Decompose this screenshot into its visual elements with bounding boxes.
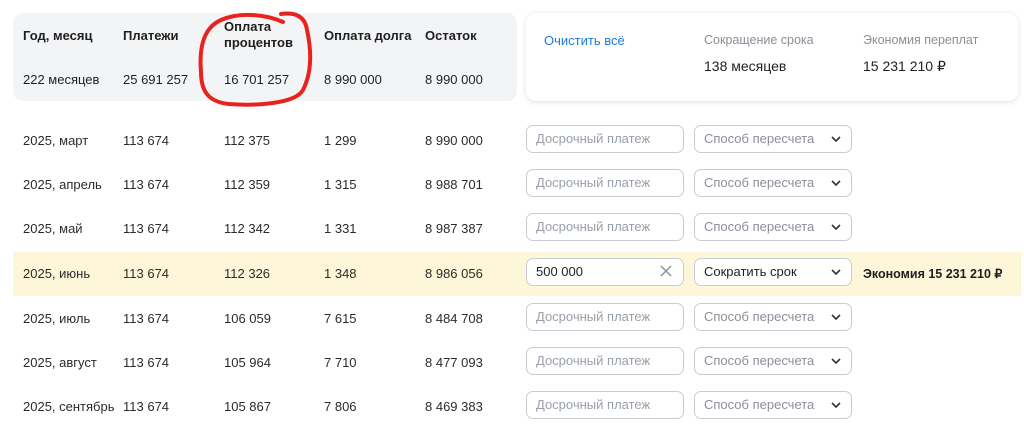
early-payment-input[interactable]: Досрочный платеж [526, 125, 684, 153]
row-balance: 8 469 383 [425, 399, 483, 414]
chevron-down-icon [831, 314, 841, 321]
select-label: Способ пересчета [704, 353, 815, 368]
row-payment: 113 674 [123, 266, 170, 281]
clear-all-button[interactable]: Очистить всё [544, 33, 625, 48]
term-reduction-label: Сокращение срока [704, 33, 814, 47]
table-row: 2025, сентябрь 113 674 105 867 7 806 8 4… [13, 385, 1021, 429]
early-payment-input[interactable]: Досрочный платеж [526, 169, 684, 197]
table-row: 2025, май 113 674 112 342 1 331 8 987 38… [13, 207, 1021, 251]
row-period: 2025, май [23, 221, 83, 236]
stats-card: Очистить всё Сокращение срока 138 месяце… [526, 13, 1018, 101]
total-balance: 8 990 000 [425, 72, 483, 87]
row-period: 2025, сентябрь [23, 399, 115, 414]
row-period: 2025, июнь [23, 266, 91, 281]
chevron-down-icon [831, 269, 841, 276]
row-interest: 106 059 [224, 311, 271, 326]
recalc-method-select[interactable]: Способ пересчета [694, 347, 852, 375]
row-period: 2025, апрель [23, 177, 102, 192]
total-principal: 8 990 000 [324, 72, 382, 87]
row-period: 2025, март [23, 133, 89, 148]
recalc-method-select[interactable]: Способ пересчета [694, 125, 852, 153]
recalc-method-select[interactable]: Сократить срок [694, 258, 852, 286]
row-payment: 113 674 [123, 311, 170, 326]
early-payment-input[interactable]: 500 000 [526, 258, 684, 286]
table-row: 2025, март 113 674 112 375 1 299 8 990 0… [13, 119, 1021, 163]
select-label: Способ пересчета [704, 309, 815, 324]
early-payment-input[interactable]: Досрочный платеж [526, 213, 684, 241]
header-interest-line1: Оплата [224, 19, 272, 34]
table-row: 2025, июль 113 674 106 059 7 615 8 484 7… [13, 297, 1021, 341]
header-principal: Оплата долга [324, 28, 412, 43]
row-principal: 1 348 [324, 266, 357, 281]
header-balance: Остаток [425, 28, 477, 43]
early-payment-value: 500 000 [536, 264, 583, 279]
header-interest: Оплата процентов [224, 19, 293, 51]
close-icon[interactable] [659, 264, 673, 278]
row-balance: 8 990 000 [425, 133, 483, 148]
total-payments: 25 691 257 [123, 72, 189, 87]
chevron-down-icon [831, 180, 841, 187]
header-payments: Платежи [123, 28, 179, 43]
select-label: Способ пересчета [704, 219, 815, 234]
row-interest: 112 359 [224, 177, 271, 192]
early-payment-input[interactable]: Досрочный платеж [526, 391, 684, 419]
total-interest: 16 701 257 [224, 72, 290, 87]
row-period: 2025, август [23, 355, 97, 370]
table-row: 2025, август 113 674 105 964 7 710 8 477… [13, 341, 1021, 385]
row-interest: 105 867 [224, 399, 271, 414]
table-row: 2025, апрель 113 674 112 359 1 315 8 988… [13, 163, 1021, 207]
select-label: Способ пересчета [704, 131, 815, 146]
row-payment: 113 674 [123, 221, 170, 236]
row-principal: 1 299 [324, 133, 357, 148]
summary-panel: Год, месяц Платежи Оплата процентов Опла… [13, 13, 517, 101]
recalc-method-select[interactable]: Способ пересчета [694, 303, 852, 331]
total-period: 222 месяцев [23, 72, 100, 87]
row-interest: 112 326 [224, 266, 271, 281]
row-interest: 112 375 [224, 133, 271, 148]
select-label: Сократить срок [704, 264, 797, 279]
row-balance: 8 484 708 [425, 311, 483, 326]
chevron-down-icon [831, 136, 841, 143]
row-principal: 7 615 [324, 311, 357, 326]
row-balance: 8 987 387 [425, 221, 483, 236]
row-balance: 8 988 701 [425, 177, 483, 192]
term-reduction-value: 138 месяцев [704, 58, 787, 74]
row-principal: 1 331 [324, 221, 357, 236]
table-row-highlighted: 2025, июнь 113 674 112 326 1 348 8 986 0… [13, 252, 1021, 296]
savings-note: Экономия 15 231 210 ₽ [863, 267, 1003, 281]
header-interest-line2: процентов [224, 35, 293, 50]
recalc-method-select[interactable]: Способ пересчета [694, 169, 852, 197]
overpay-savings-value: 15 231 210 ₽ [863, 58, 946, 74]
early-payment-input[interactable]: Досрочный платеж [526, 347, 684, 375]
chevron-down-icon [831, 358, 841, 365]
chevron-down-icon [831, 224, 841, 231]
row-balance: 8 477 093 [425, 355, 483, 370]
chevron-down-icon [831, 402, 841, 409]
row-principal: 1 315 [324, 177, 357, 192]
header-period: Год, месяц [23, 28, 93, 43]
row-balance: 8 986 056 [425, 266, 483, 281]
row-interest: 112 342 [224, 221, 271, 236]
row-interest: 105 964 [224, 355, 271, 370]
overpay-savings-label: Экономия переплат [863, 33, 979, 47]
row-principal: 7 806 [324, 399, 357, 414]
row-payment: 113 674 [123, 399, 170, 414]
recalc-method-select[interactable]: Способ пересчета [694, 213, 852, 241]
early-payment-input[interactable]: Досрочный платеж [526, 303, 684, 331]
select-label: Способ пересчета [704, 175, 815, 190]
recalc-method-select[interactable]: Способ пересчета [694, 391, 852, 419]
row-period: 2025, июль [23, 311, 91, 326]
row-principal: 7 710 [324, 355, 357, 370]
row-payment: 113 674 [123, 355, 170, 370]
row-payment: 113 674 [123, 133, 170, 148]
row-payment: 113 674 [123, 177, 170, 192]
select-label: Способ пересчета [704, 397, 815, 412]
